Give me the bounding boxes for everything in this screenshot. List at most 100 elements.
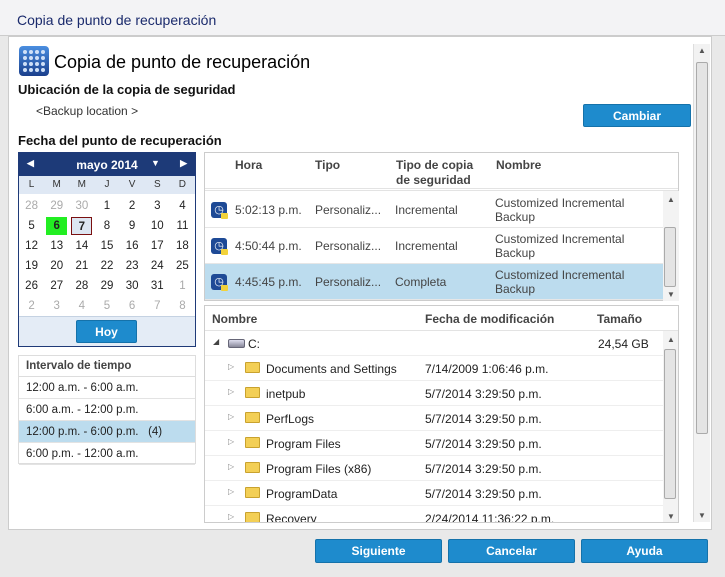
calendar-day[interactable]: 24 xyxy=(147,257,168,275)
calendar-day[interactable]: 31 xyxy=(147,277,168,295)
calendar-day[interactable]: 30 xyxy=(71,197,92,215)
recovery-point-lock-icon: ◷ xyxy=(211,238,228,255)
interval-item[interactable]: 12:00 a.m. - 6:00 a.m. xyxy=(19,377,195,399)
folder-icon xyxy=(245,462,260,473)
calendar-day[interactable]: 13 xyxy=(46,237,67,255)
next-month-icon[interactable]: ▶ xyxy=(180,158,187,169)
recovery-point-row[interactable]: ◷ 4:45:45 p.m. Personaliz... Completa Cu… xyxy=(205,264,663,300)
tree-row-folder[interactable]: ▷ Program Files 5/7/2014 3:29:50 p.m. xyxy=(205,431,663,456)
calendar-day[interactable]: 4 xyxy=(71,297,92,315)
calendar-day[interactable]: 23 xyxy=(122,257,143,275)
calendar-day[interactable]: 9 xyxy=(122,217,143,235)
calendar-day[interactable]: 5 xyxy=(96,297,117,315)
prev-month-icon[interactable]: ◀ xyxy=(27,158,34,169)
calendar-day[interactable]: 12 xyxy=(21,237,42,255)
tree-row-drive[interactable]: ◢ C: 24,54 GB xyxy=(205,331,663,356)
expanded-triangle-icon[interactable]: ◢ xyxy=(213,337,219,346)
weekday-label: D xyxy=(178,179,187,190)
folder-date: 5/7/2014 3:29:50 p.m. xyxy=(425,462,542,476)
tree-row-folder[interactable]: ▷ Program Files (x86) 5/7/2014 3:29:50 p… xyxy=(205,456,663,481)
month-dropdown-icon[interactable]: ▼ xyxy=(151,158,160,168)
recovery-points-scrollbar[interactable]: ▲ ▼ xyxy=(663,191,679,301)
cancel-button[interactable]: Cancelar xyxy=(448,539,575,563)
tree-row-folder[interactable]: ▷ inetpub 5/7/2014 3:29:50 p.m. xyxy=(205,381,663,406)
collapsed-triangle-icon[interactable]: ▷ xyxy=(228,512,234,521)
calendar-day[interactable]: 22 xyxy=(96,257,117,275)
calendar-day[interactable]: 6 xyxy=(46,217,68,235)
collapsed-triangle-icon[interactable]: ▷ xyxy=(228,437,234,446)
folder-name: Recovery xyxy=(266,512,317,523)
collapsed-triangle-icon[interactable]: ▷ xyxy=(228,487,234,496)
col-file-name[interactable]: Nombre xyxy=(212,312,257,326)
collapsed-triangle-icon[interactable]: ▷ xyxy=(228,387,234,396)
recovery-points-table: Hora Tipo Tipo de copia de seguridad Nom… xyxy=(204,152,679,301)
collapsed-triangle-icon[interactable]: ▷ xyxy=(228,462,234,471)
col-tipo-copia[interactable]: Tipo de copia de seguridad xyxy=(396,158,486,188)
col-nombre[interactable]: Nombre xyxy=(496,158,541,173)
calendar-day[interactable]: 17 xyxy=(147,237,168,255)
calendar-day[interactable]: 8 xyxy=(96,217,117,235)
recovery-date-label: Fecha del punto de recuperación xyxy=(18,133,222,148)
tree-row-folder[interactable]: ▷ Recovery 2/24/2014 11:36:22 p.m. xyxy=(205,506,663,523)
drive-name: C: xyxy=(248,337,260,351)
main-scrollbar[interactable]: ▲ ▼ xyxy=(693,44,710,522)
calendar-day[interactable]: 3 xyxy=(46,297,67,315)
recovery-point-lock-icon: ◷ xyxy=(211,202,228,219)
collapsed-triangle-icon[interactable]: ▷ xyxy=(228,412,234,421)
col-tipo[interactable]: Tipo xyxy=(315,158,340,173)
calendar-month[interactable]: mayo 2014 xyxy=(76,158,137,172)
calendar-day[interactable]: 6 xyxy=(122,297,143,315)
calendar-day[interactable]: 1 xyxy=(172,277,193,295)
rp-type: Personaliz... xyxy=(315,203,382,217)
calendar-day[interactable]: 14 xyxy=(71,237,92,255)
today-button[interactable]: Hoy xyxy=(76,320,137,343)
calendar-day[interactable]: 4 xyxy=(172,197,193,215)
next-button[interactable]: Siguiente xyxy=(315,539,442,563)
tree-row-folder[interactable]: ▷ PerfLogs 5/7/2014 3:29:50 p.m. xyxy=(205,406,663,431)
calendar-day[interactable]: 19 xyxy=(21,257,42,275)
calendar-day[interactable]: 10 xyxy=(147,217,168,235)
calendar-day[interactable]: 2 xyxy=(21,297,42,315)
recovery-point-row[interactable]: ◷ 4:50:44 p.m. Personaliz... Incremental… xyxy=(205,228,663,264)
calendar-day[interactable]: 28 xyxy=(21,197,42,215)
calendar-day[interactable]: 26 xyxy=(21,277,42,295)
col-modified-date[interactable]: Fecha de modificación xyxy=(425,312,554,326)
interval-item[interactable]: 6:00 p.m. - 12:00 a.m. xyxy=(19,443,195,465)
recovery-point-row[interactable]: ◷ 5:02:13 p.m. Personaliz... Incremental… xyxy=(205,192,663,228)
calendar-day[interactable]: 18 xyxy=(172,237,193,255)
col-size[interactable]: Tamaño xyxy=(597,312,642,326)
calendar-day[interactable]: 11 xyxy=(172,217,193,235)
calendar-day[interactable]: 15 xyxy=(96,237,117,255)
calendar-day[interactable]: 27 xyxy=(46,277,67,295)
title-bar: Copia de punto de recuperación xyxy=(0,0,725,36)
folder-icon xyxy=(245,387,260,398)
rp-backup-type: Incremental xyxy=(395,203,458,217)
calendar-day[interactable]: 21 xyxy=(71,257,92,275)
calendar-day[interactable]: 7 xyxy=(147,297,168,315)
interval-item[interactable]: 6:00 a.m. - 12:00 p.m. xyxy=(19,399,195,421)
calendar-day[interactable]: 5 xyxy=(21,217,42,235)
calendar-day[interactable]: 3 xyxy=(147,197,168,215)
calendar-day[interactable]: 28 xyxy=(71,277,92,295)
calendar-day[interactable]: 2 xyxy=(122,197,143,215)
help-button[interactable]: Ayuda xyxy=(581,539,708,563)
tree-row-folder[interactable]: ▷ ProgramData 5/7/2014 3:29:50 p.m. xyxy=(205,481,663,506)
calendar-day[interactable]: 30 xyxy=(122,277,143,295)
file-tree-scrollbar[interactable]: ▲ ▼ xyxy=(663,331,678,522)
interval-item[interactable]: 12:00 p.m. - 6:00 p.m. (4) xyxy=(19,421,195,443)
folder-name: Program Files xyxy=(266,437,341,451)
collapsed-triangle-icon[interactable]: ▷ xyxy=(228,362,234,371)
folder-name: Documents and Settings xyxy=(266,362,397,376)
calendar-day[interactable]: 20 xyxy=(46,257,67,275)
col-hora[interactable]: Hora xyxy=(235,158,262,173)
calendar-day[interactable]: 16 xyxy=(122,237,143,255)
calendar-day[interactable]: 8 xyxy=(172,297,193,315)
tree-row-folder[interactable]: ▷ Documents and Settings 7/14/2009 1:06:… xyxy=(205,356,663,381)
folder-name: Program Files (x86) xyxy=(266,462,372,476)
calendar-day[interactable]: 29 xyxy=(96,277,117,295)
calendar-day[interactable]: 1 xyxy=(96,197,117,215)
calendar-day[interactable]: 29 xyxy=(46,197,67,215)
calendar-day[interactable]: 7 xyxy=(71,217,93,235)
calendar-day[interactable]: 25 xyxy=(172,257,193,275)
change-button[interactable]: Cambiar xyxy=(583,104,691,127)
